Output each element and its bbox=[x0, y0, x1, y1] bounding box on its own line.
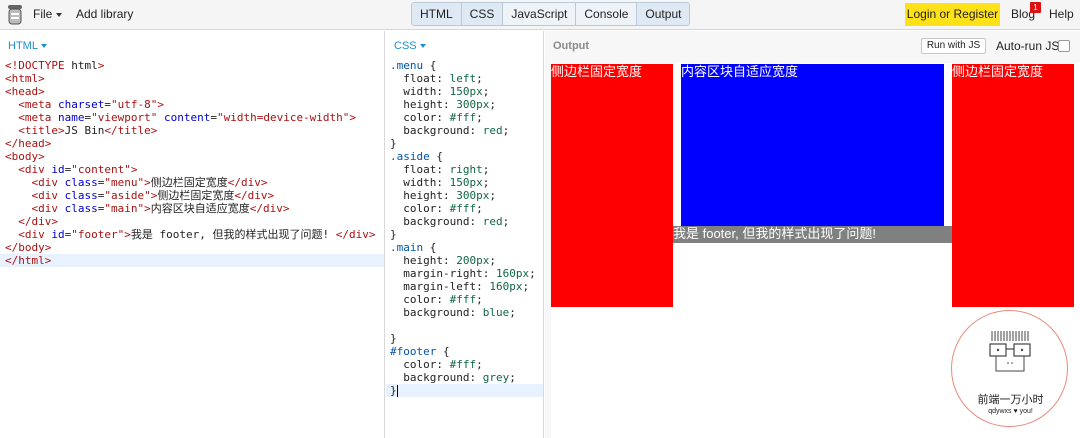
html-code-line[interactable]: <html> bbox=[0, 72, 384, 85]
run-with-js-button[interactable]: Run with JS bbox=[921, 38, 986, 54]
html-code-line[interactable]: <div class="main">内容区块自适应宽度</div> bbox=[0, 202, 384, 215]
chevron-down-icon bbox=[419, 44, 426, 49]
tab-html[interactable]: HTML bbox=[412, 3, 462, 25]
html-code-line[interactable]: <div id="footer">我是 footer, 但我的样式出现了问题! … bbox=[0, 228, 384, 241]
css-code-line[interactable]: .menu { bbox=[386, 59, 543, 72]
css-code-line[interactable]: width: 150px; bbox=[386, 176, 543, 189]
css-code-line[interactable]: margin-right: 160px; bbox=[386, 267, 543, 280]
tab-output[interactable]: Output bbox=[637, 3, 690, 25]
css-code-line[interactable]: background: red; bbox=[386, 124, 543, 137]
watermark-badge: 前端一万小时 qdywxs ♥ you! bbox=[951, 310, 1068, 427]
css-code-line[interactable]: } bbox=[386, 384, 543, 397]
html-code-line[interactable]: <meta charset="utf-8"> bbox=[0, 98, 384, 111]
html-code-line[interactable]: <!DOCTYPE html> bbox=[0, 59, 384, 72]
autorun-label: Auto-run JS bbox=[996, 39, 1060, 53]
html-code-line[interactable]: </html> bbox=[0, 254, 384, 267]
css-code-line[interactable]: float: right; bbox=[386, 163, 543, 176]
output-aside-box: 侧边栏固定宽度 bbox=[952, 64, 1074, 307]
output-panel-title: Output bbox=[553, 40, 590, 52]
help-link[interactable]: Help bbox=[1049, 7, 1074, 21]
login-register-button[interactable]: Login or Register bbox=[905, 3, 1000, 26]
html-code-editor[interactable]: <!DOCTYPE html> <html> <head> <meta charse… bbox=[0, 59, 384, 267]
css-code-line[interactable]: float: left; bbox=[386, 72, 543, 85]
css-code-line[interactable]: height: 200px; bbox=[386, 254, 543, 267]
html-code-line[interactable]: <title>JS Bin</title> bbox=[0, 124, 384, 137]
html-code-line[interactable]: </head> bbox=[0, 137, 384, 150]
tab-css[interactable]: CSS bbox=[461, 3, 504, 25]
html-code-line[interactable]: </div> bbox=[0, 215, 384, 228]
html-code-line[interactable]: <head> bbox=[0, 85, 384, 98]
tab-console[interactable]: Console bbox=[576, 3, 638, 25]
css-code-line[interactable]: background: grey; bbox=[386, 371, 543, 384]
css-editor-panel[interactable]: CSS .menu { float: left; width: 150px; h… bbox=[386, 31, 544, 438]
text-cursor bbox=[396, 385, 398, 397]
css-code-line[interactable]: color: #fff; bbox=[386, 358, 543, 371]
css-panel-label[interactable]: CSS bbox=[394, 40, 426, 52]
html-code-line[interactable]: </body> bbox=[0, 241, 384, 254]
autorun-checkbox[interactable] bbox=[1058, 40, 1070, 52]
panel-toggle-group: HTML CSS JavaScript Console Output bbox=[411, 2, 691, 26]
css-code-line[interactable]: width: 150px; bbox=[386, 85, 543, 98]
cartoon-face-icon bbox=[989, 331, 1031, 372]
html-editor-panel[interactable]: HTML <!DOCTYPE html> <html> <head> <meta c… bbox=[0, 31, 385, 438]
blog-notification-badge: 1 bbox=[1030, 2, 1041, 13]
html-code-line[interactable]: <meta name="viewport" content="width=dev… bbox=[0, 111, 384, 124]
css-code-line[interactable]: } bbox=[386, 228, 543, 241]
watermark-title: 前端一万小时 bbox=[977, 394, 1044, 406]
html-panel-label-text: HTML bbox=[8, 40, 38, 52]
output-main-box: 内容区块自适应宽度 bbox=[681, 64, 944, 226]
css-code-line[interactable]: color: #fff; bbox=[386, 202, 543, 215]
css-code-line[interactable]: height: 300px; bbox=[386, 189, 543, 202]
file-menu-label: File bbox=[33, 7, 53, 21]
css-code-line[interactable] bbox=[386, 319, 543, 332]
file-menu[interactable]: File bbox=[33, 7, 63, 21]
css-code-line[interactable]: .main { bbox=[386, 241, 543, 254]
css-code-line[interactable]: #footer { bbox=[386, 345, 543, 358]
top-bar: File Add library HTML CSS JavaScript Con… bbox=[0, 0, 1080, 30]
jsbin-logo-icon[interactable] bbox=[6, 4, 24, 26]
css-code-line[interactable]: margin-left: 160px; bbox=[386, 280, 543, 293]
css-code-line[interactable]: } bbox=[386, 332, 543, 345]
css-code-line[interactable]: background: red; bbox=[386, 215, 543, 228]
output-footer-box: 我是 footer, 但我的样式出现了问题! bbox=[673, 226, 952, 243]
chevron-down-icon bbox=[40, 44, 47, 49]
watermark-subtitle: qdywxs ♥ you! bbox=[988, 408, 1033, 415]
html-code-line[interactable]: <body> bbox=[0, 150, 384, 163]
css-code-line[interactable]: height: 300px; bbox=[386, 98, 543, 111]
html-panel-label[interactable]: HTML bbox=[8, 40, 47, 52]
html-code-line[interactable]: <div class="menu">侧边栏固定宽度</div> bbox=[0, 176, 384, 189]
add-library-button[interactable]: Add library bbox=[76, 7, 133, 21]
css-code-line[interactable]: color: #fff; bbox=[386, 111, 543, 124]
css-code-line[interactable]: color: #fff; bbox=[386, 293, 543, 306]
tab-javascript[interactable]: JavaScript bbox=[503, 3, 577, 25]
html-code-line[interactable]: <div id="content"> bbox=[0, 163, 384, 176]
html-code-line[interactable]: <div class="aside">侧边栏固定宽度</div> bbox=[0, 189, 384, 202]
css-code-line[interactable]: background: blue; bbox=[386, 306, 543, 319]
output-menu-box: 侧边栏固定宽度 bbox=[551, 64, 673, 307]
css-code-editor[interactable]: .menu { float: left; width: 150px; heigh… bbox=[386, 59, 543, 397]
css-code-line[interactable]: } bbox=[386, 137, 543, 150]
chevron-down-icon bbox=[56, 12, 63, 17]
css-panel-label-text: CSS bbox=[394, 40, 417, 52]
css-code-line[interactable]: .aside { bbox=[386, 150, 543, 163]
